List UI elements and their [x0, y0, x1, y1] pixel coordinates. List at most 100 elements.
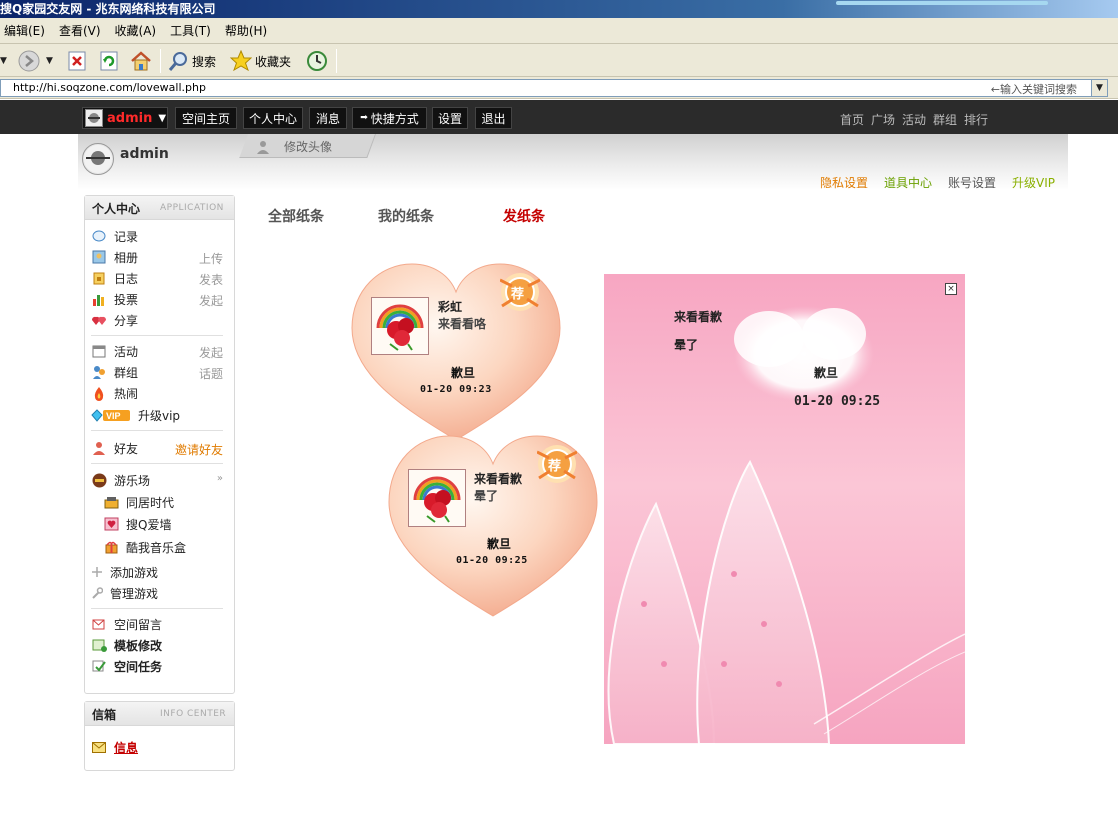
nav-logout[interactable]: 退出 — [475, 107, 512, 129]
refresh-button[interactable] — [98, 48, 120, 74]
note-card[interactable]: 荐 来看看歉 晕了 歉旦 01-20 09:25 — [387, 434, 599, 618]
address-dropdown[interactable]: ▼ — [1091, 80, 1107, 96]
nav-link-ranking[interactable]: 排行 — [964, 111, 988, 128]
menu-view[interactable]: 查看(V) — [59, 22, 101, 39]
recommend-badge: 荐 — [500, 272, 540, 311]
sidebar-item-game-lovewall[interactable]: 搜Q爱墙 — [103, 515, 229, 533]
nav-personal-center[interactable]: 个人中心 — [243, 107, 303, 129]
love-wall-icon — [103, 516, 119, 532]
sidebar-item-group[interactable]: 群组 话题 — [91, 363, 229, 381]
sidebar-item-share[interactable]: 分享 — [91, 311, 229, 329]
sidebar-item-games[interactable]: 游乐场 » — [91, 471, 229, 489]
plus-icon — [91, 564, 103, 580]
sidebar-item-game-music[interactable]: 酷我音乐盒 — [103, 538, 229, 556]
nav-link-events[interactable]: 活动 — [902, 111, 926, 128]
menu-bar: 编辑(E) 查看(V) 收藏(A) 工具(T) 帮助(H) — [0, 18, 1118, 44]
sidebar-item-add-game[interactable]: 添加游戏 — [91, 563, 229, 581]
close-button[interactable]: × — [945, 283, 957, 295]
search-button[interactable]: 搜索 — [167, 48, 216, 74]
sidebar-title: 个人中心 — [92, 202, 141, 216]
sidebar-item-label: 相册 — [114, 250, 139, 265]
home-icon — [130, 50, 152, 72]
sidebar-item-hot[interactable]: 热闹 — [91, 384, 229, 402]
sidebar-item-label: 好友 — [114, 441, 139, 456]
history-button[interactable] — [306, 48, 328, 74]
toolbar-separator — [160, 49, 161, 73]
forward-icon — [18, 50, 40, 72]
nav-shortcuts-label: 快捷方式 — [370, 111, 419, 126]
sidebar-item-event[interactable]: 活动 发起 — [91, 342, 229, 360]
arrow-right-icon: ➡ — [360, 113, 368, 123]
publish-link[interactable]: 发表 — [199, 271, 223, 288]
props-center-link[interactable]: 道具中心 — [884, 174, 932, 191]
menu-help[interactable]: 帮助(H) — [225, 22, 267, 39]
expand-chevron-icon[interactable]: » — [217, 473, 223, 484]
upgrade-vip-link[interactable]: 升级VIP — [1012, 174, 1055, 191]
lock-note-icon — [91, 270, 107, 286]
start-vote-link[interactable]: 发起 — [199, 292, 223, 309]
address-url[interactable]: http://hi.soqzone.com/lovewall.php — [13, 81, 206, 94]
menu-tools[interactable]: 工具(T) — [170, 22, 211, 39]
avatar[interactable] — [82, 143, 114, 175]
window-titlebar: 搜Q家园交友网 - 兆东网络科技有限公司 — [0, 0, 1118, 18]
nav-link-groups[interactable]: 群组 — [933, 111, 957, 128]
edit-avatar-label: 修改头像 — [284, 140, 333, 154]
edit-avatar-link[interactable]: 修改头像 — [256, 138, 332, 155]
sidebar-divider — [91, 463, 223, 464]
nav-settings[interactable]: 设置 — [432, 107, 468, 129]
window-title: 搜Q家园交友网 - 兆东网络科技有限公司 — [0, 2, 216, 16]
sidebar-item-blog[interactable]: 日志 发表 — [91, 269, 229, 287]
favorites-button[interactable]: 收藏夹 — [230, 48, 291, 74]
home-button[interactable] — [130, 48, 152, 74]
user-menu[interactable]: admin ▼ — [82, 107, 168, 129]
sidebar-item-album[interactable]: 相册 上传 — [91, 248, 229, 266]
user-avatar-small — [85, 109, 103, 127]
back-dropdown[interactable]: ▼ — [0, 48, 7, 74]
sidebar-item-record[interactable]: 记录 — [91, 227, 229, 245]
privacy-settings-link[interactable]: 隐私设置 — [820, 174, 868, 191]
nav-messages[interactable]: 消息 — [309, 107, 347, 129]
sidebar-item-label: 酷我音乐盒 — [126, 540, 187, 555]
note-card[interactable]: 荐 彩虹 来看看咯 歉旦 01-20 09:23 — [350, 262, 562, 442]
sidebar-item-vote[interactable]: 投票 发起 — [91, 290, 229, 308]
toolbar-separator — [336, 49, 337, 73]
tab-send-note[interactable]: 发纸条 — [503, 206, 545, 226]
sidebar-item-label: 模板修改 — [114, 638, 163, 653]
account-settings-link[interactable]: 账号设置 — [948, 174, 996, 191]
games-icon — [91, 472, 107, 488]
tab-all-notes[interactable]: 全部纸条 — [268, 206, 324, 226]
note-rose-avatar — [408, 469, 466, 527]
tab-my-notes[interactable]: 我的纸条 — [378, 206, 434, 226]
invite-friends-link[interactable]: 邀请好友 — [175, 441, 223, 458]
topic-link[interactable]: 话题 — [199, 365, 223, 382]
sidebar-item-game-cohabit[interactable]: 同居时代 — [103, 493, 229, 511]
nav-space-home[interactable]: 空间主页 — [175, 107, 237, 129]
sidebar-item-vip[interactable]: VIP 升级vip — [91, 406, 229, 424]
star-icon — [230, 50, 252, 72]
sidebar-item-manage-game[interactable]: 管理游戏 — [91, 584, 229, 602]
inbox-messages-link[interactable]: 信息 — [91, 738, 229, 756]
note-title: 彩虹 — [438, 300, 463, 314]
sidebar-item-label: 同居时代 — [126, 495, 175, 510]
sidebar-item-template[interactable]: 模板修改 — [91, 636, 229, 654]
nav-link-square[interactable]: 广场 — [871, 111, 895, 128]
menu-favorites[interactable]: 收藏(A) — [115, 22, 157, 39]
start-event-link[interactable]: 发起 — [199, 344, 223, 361]
note-body: 晕了 — [474, 489, 499, 503]
preview-signature: 歉旦 — [814, 366, 839, 380]
stop-button[interactable] — [66, 48, 88, 74]
upload-link[interactable]: 上传 — [199, 250, 223, 267]
titlebar-highlight — [836, 1, 1048, 5]
sidebar-item-label: 热闹 — [114, 386, 139, 401]
nav-shortcuts[interactable]: ➡ 快捷方式 — [352, 107, 427, 129]
sidebar-item-friends[interactable]: 好友 邀请好友 — [91, 439, 229, 457]
sidebar-item-tasks[interactable]: 空间任务 — [91, 657, 229, 675]
forward-button[interactable]: ▼ — [18, 48, 53, 74]
address-field[interactable]: http://hi.soqzone.com/lovewall.php ←输入关键… — [0, 79, 1108, 97]
sidebar-item-guestbook[interactable]: 空间留言 — [91, 615, 229, 633]
search-hint[interactable]: ←输入关键词搜索 — [991, 81, 1077, 97]
sidebar-divider — [91, 430, 223, 431]
menu-edit[interactable]: 编辑(E) — [4, 22, 45, 39]
nav-link-home[interactable]: 首页 — [840, 111, 864, 128]
photo-icon — [91, 249, 107, 265]
